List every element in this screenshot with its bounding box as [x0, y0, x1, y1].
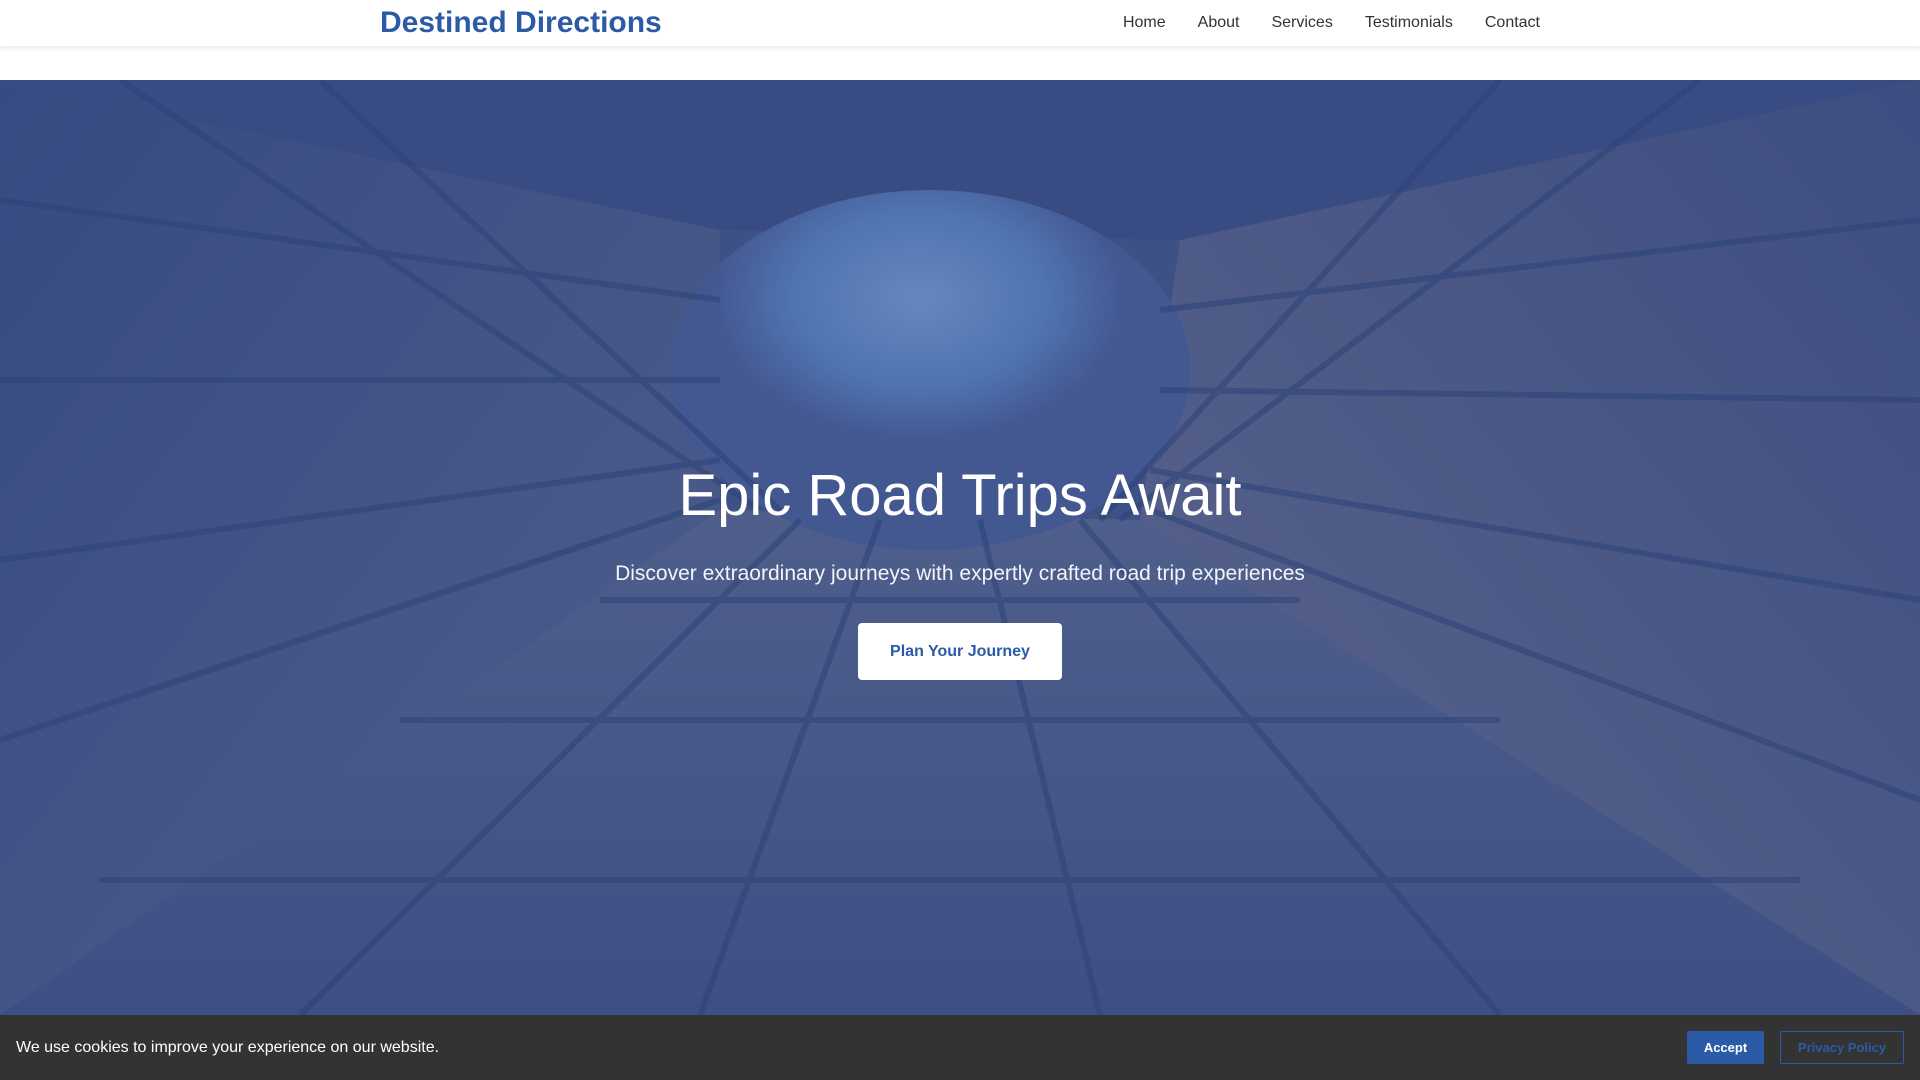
site-header: Destined Directions Home About Services … [0, 0, 1920, 46]
hero-content: Epic Road Trips Await Discover extraordi… [0, 80, 1920, 1015]
site-logo[interactable]: Destined Directions [380, 6, 662, 40]
privacy-policy-button[interactable]: Privacy Policy [1780, 1031, 1904, 1064]
nav-link-services[interactable]: Services [1271, 14, 1332, 32]
nav-link-home[interactable]: Home [1123, 14, 1166, 32]
hero-subtitle: Discover extraordinary journeys with exp… [615, 562, 1305, 585]
cookie-banner: We use cookies to improve your experienc… [0, 1015, 1920, 1080]
plan-journey-button[interactable]: Plan Your Journey [858, 623, 1062, 680]
nav-link-contact[interactable]: Contact [1485, 14, 1540, 32]
hero-title: Epic Road Trips Await [678, 463, 1242, 528]
cookie-message: We use cookies to improve your experienc… [16, 1039, 440, 1056]
nav-link-testimonials[interactable]: Testimonials [1365, 14, 1453, 32]
hero-section: Epic Road Trips Await Discover extraordi… [0, 80, 1920, 1015]
main-nav: Home About Services Testimonials Contact [1123, 0, 1540, 46]
nav-link-about[interactable]: About [1198, 14, 1240, 32]
cookie-accept-button[interactable]: Accept [1687, 1031, 1764, 1064]
